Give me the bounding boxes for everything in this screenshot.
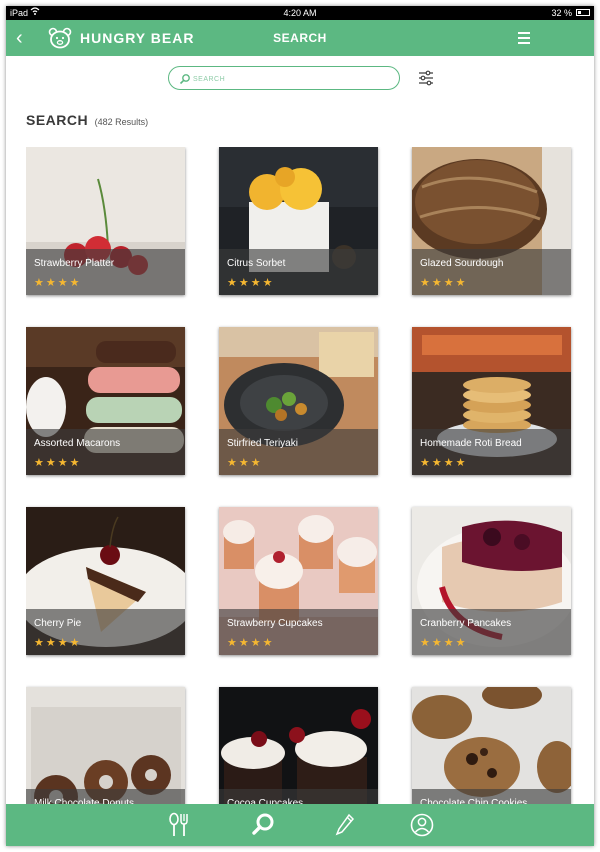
star-rating: ★★★★ bbox=[227, 636, 275, 649]
status-time: 4:20 AM bbox=[283, 8, 317, 18]
results-count: (482 Results) bbox=[94, 117, 149, 127]
battery-percent: 32 % bbox=[551, 8, 572, 18]
star-rating: ★★★★ bbox=[34, 276, 82, 289]
recipe-card[interactable]: Stirfried Teriyaki ★★★ bbox=[219, 327, 378, 475]
status-bar: iPad 4:20 AM 32 % bbox=[6, 6, 594, 20]
search-icon[interactable] bbox=[250, 812, 276, 838]
recipe-grid: Strawberry Platter ★★★★ Citrus Sorbet ★★… bbox=[26, 147, 574, 809]
page-title: SEARCH bbox=[273, 31, 327, 45]
recipe-name: Citrus Sorbet bbox=[227, 258, 286, 269]
app-screen: iPad 4:20 AM 32 % ‹ HUNGRY BEAR SEARCH S… bbox=[6, 6, 594, 846]
recipe-name: Cherry Pie bbox=[34, 618, 82, 629]
battery-icon bbox=[576, 9, 590, 16]
hamburger-menu-icon[interactable] bbox=[518, 32, 530, 44]
filter-sliders-icon[interactable] bbox=[418, 70, 434, 86]
profile-icon[interactable] bbox=[409, 812, 435, 838]
recipe-card[interactable]: Cherry Pie ★★★★ bbox=[26, 507, 185, 655]
recipe-card[interactable]: Chocolate Chip Cookies ★★★★ bbox=[412, 687, 571, 809]
recipe-card[interactable]: Cocoa Cupcakes ★★★★ bbox=[219, 687, 378, 809]
fork-knife-icon[interactable] bbox=[166, 812, 192, 838]
search-icon bbox=[179, 72, 191, 85]
recipe-card[interactable]: Homemade Roti Bread ★★★★ bbox=[412, 327, 571, 475]
recipe-name: Glazed Sourdough bbox=[420, 258, 504, 269]
recipe-card[interactable]: Milk Chocolate Donuts ★★★★ bbox=[26, 687, 185, 809]
pencil-icon[interactable] bbox=[332, 812, 358, 838]
top-nav-bar: ‹ HUNGRY BEAR SEARCH bbox=[6, 20, 594, 56]
bottom-tab-bar bbox=[6, 804, 594, 846]
recipe-card[interactable]: Cranberry Pancakes ★★★★ bbox=[412, 507, 571, 655]
recipe-name: Assorted Macarons bbox=[34, 438, 121, 449]
star-rating: ★★★★ bbox=[420, 276, 468, 289]
results-heading: SEARCH (482 Results) bbox=[26, 112, 148, 130]
star-rating: ★★★★ bbox=[34, 636, 82, 649]
star-rating: ★★★★ bbox=[34, 456, 82, 469]
recipe-card[interactable]: Strawberry Cupcakes ★★★★ bbox=[219, 507, 378, 655]
star-rating: ★★★★ bbox=[420, 636, 468, 649]
recipe-name: Stirfried Teriyaki bbox=[227, 438, 298, 449]
recipe-name: Cranberry Pancakes bbox=[420, 618, 512, 629]
star-rating: ★★★ bbox=[227, 456, 263, 469]
star-rating: ★★★★ bbox=[420, 456, 468, 469]
star-rating: ★★★★ bbox=[227, 276, 275, 289]
recipe-name: Strawberry Platter bbox=[34, 258, 115, 269]
search-input[interactable] bbox=[191, 69, 395, 89]
results-title: SEARCH bbox=[26, 112, 89, 128]
recipe-card[interactable]: Citrus Sorbet ★★★★ bbox=[219, 147, 378, 295]
recipe-name: Strawberry Cupcakes bbox=[227, 618, 323, 629]
recipe-card[interactable]: Glazed Sourdough ★★★★ bbox=[412, 147, 571, 295]
recipe-card[interactable]: Strawberry Platter ★★★★ bbox=[26, 147, 185, 295]
search-field[interactable] bbox=[168, 66, 400, 90]
recipe-name: Homemade Roti Bread bbox=[420, 438, 522, 449]
recipe-card[interactable]: Assorted Macarons ★★★★ bbox=[26, 327, 185, 475]
